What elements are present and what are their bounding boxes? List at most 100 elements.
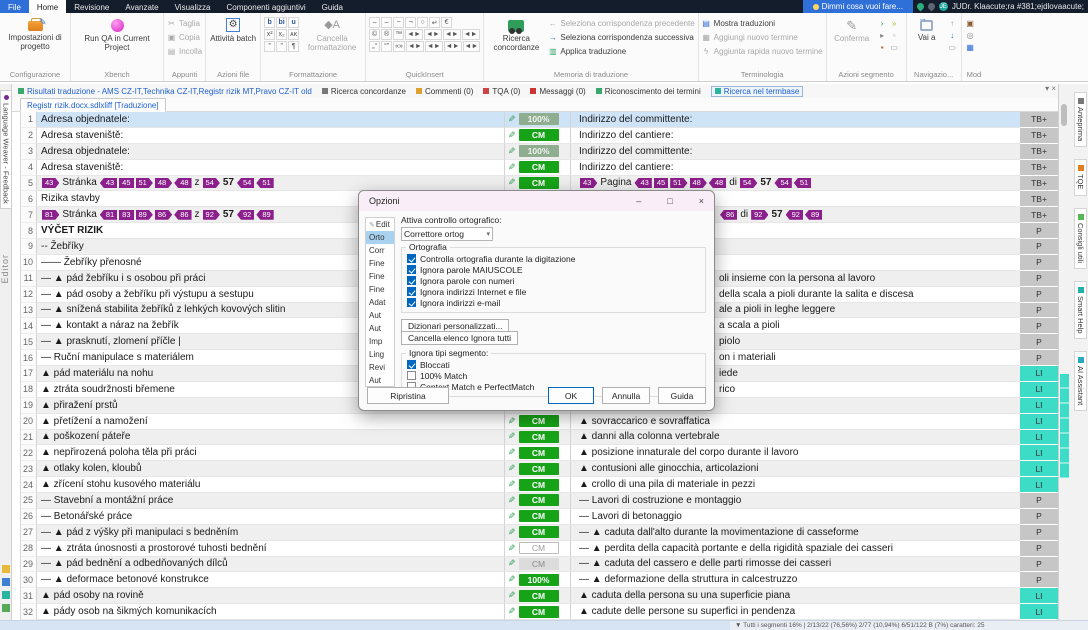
glyph-button[interactable]: ◄► [463, 41, 481, 52]
glyph-button[interactable]: ‒ [381, 17, 392, 28]
checkbox-row[interactable]: Controlla ortografia durante la digitazi… [407, 253, 700, 264]
ribbon-tab-home[interactable]: Home [29, 0, 66, 13]
spell-checker-dropdown[interactable]: Correttore ortog ▾ [401, 227, 493, 241]
glyph-button[interactable]: € [441, 17, 452, 28]
segment-row[interactable]: 23▲ otlaky kolen, kloubů✎CM▲ contusioni … [21, 461, 1058, 477]
segment-row[interactable]: 1Adresa objednatele:✎100%Indirizzo del c… [21, 112, 1058, 128]
glyph-button[interactable]: b [264, 17, 275, 28]
ribbon-tab-guida[interactable]: Guida [314, 0, 351, 13]
pane-controls[interactable]: ▾ × [1045, 84, 1056, 93]
copy-button[interactable]: ▣Copia [167, 31, 202, 44]
dock-icon[interactable] [2, 578, 10, 586]
glyph-button[interactable]: «» [393, 41, 405, 52]
dialog-nav-item[interactable]: Imp [366, 335, 394, 348]
concordance-search-button[interactable]: Ricerca concordanze [487, 15, 545, 67]
target-cell[interactable]: — ▲ caduta dall'alto durante la moviment… [571, 525, 1020, 541]
glyph-button[interactable]: ○ [417, 17, 428, 28]
pin-icon[interactable] [915, 2, 925, 12]
run-qa-button[interactable]: Run QA in Current Project [74, 15, 160, 67]
cut-button[interactable]: ✂Taglia [167, 17, 202, 30]
minimize-icon[interactable]: – [636, 196, 641, 206]
glyph-button[interactable]: bi [276, 17, 287, 28]
checkbox-row[interactable]: 100% Match [407, 370, 700, 381]
scrollbar-thumb[interactable] [1061, 104, 1067, 126]
show-translations[interactable]: ▤Mostra traduzioni [702, 17, 823, 30]
target-cell[interactable]: Indirizzo del cantiere: [571, 160, 1020, 176]
source-cell[interactable]: Adresa objednatele: [37, 112, 505, 128]
segment-row[interactable]: 28— ▲ ztráta únosnosti a prostorové tuho… [21, 541, 1058, 557]
mini-action-icon[interactable]: ◎ [965, 30, 976, 41]
source-cell[interactable]: ▲ poškození páteře [37, 430, 505, 446]
paste-button[interactable]: ▤Incolla [167, 45, 202, 58]
source-cell[interactable]: Adresa staveniště: [37, 128, 505, 144]
source-cell[interactable]: ▲ pád osoby na rovině [37, 588, 505, 604]
segment-row[interactable]: 21▲ poškození páteře✎CM▲ danni alla colo… [21, 430, 1058, 446]
glyph-button[interactable]: ◄► [425, 41, 443, 52]
glyph-button[interactable]: ◄► [406, 41, 424, 52]
glyph-button[interactable]: ” [276, 41, 287, 52]
target-cell[interactable]: ▲ caduta della persona su una superficie… [571, 588, 1020, 604]
ribbon-tab-avanzate[interactable]: Avanzate [117, 0, 166, 13]
target-cell[interactable]: ▲ posizione innaturale del corpo durante… [571, 445, 1020, 461]
target-cell[interactable]: ▲ cadute delle persone su superfici in p… [571, 604, 1020, 620]
target-cell[interactable]: ▲ contusioni alle ginocchia, articolazio… [571, 461, 1020, 477]
checkbox-row[interactable]: Ignora indirizzi Internet e file [407, 286, 700, 297]
glyph-button[interactable]: ↵ [429, 17, 440, 28]
source-cell[interactable]: — Stavební a montážní práce [37, 493, 505, 509]
target-cell[interactable]: — Lavori di betonaggio [571, 509, 1020, 525]
mini-action-icon[interactable]: ▫ [889, 30, 900, 41]
ribbon-tab-revisione[interactable]: Revisione [66, 0, 117, 13]
reset-button[interactable]: Ripristina [367, 387, 449, 404]
glyph-button[interactable]: x₂ [276, 29, 287, 40]
segment-row[interactable]: 22▲ nepřirozená poloha těla při práci✎CM… [21, 445, 1058, 461]
dialog-nav-item[interactable]: Orto [366, 231, 394, 244]
pane-tab[interactable]: Messaggi (0) [530, 87, 585, 96]
source-cell[interactable]: — ▲ deformace betonové konstrukce [37, 572, 505, 588]
glyph-button[interactable]: − [393, 17, 404, 28]
mini-action-icon[interactable]: ▣ [965, 18, 976, 29]
segment-row[interactable]: 543Stránka4345514848z54575451✎CM43Pagina… [21, 176, 1058, 192]
glyph-button[interactable]: u [288, 17, 299, 28]
target-cell[interactable]: — ▲ caduta del cassero e delle parti rim… [571, 557, 1020, 573]
glyph-button[interactable]: “” [381, 41, 392, 52]
glyph-button[interactable]: ◄► [405, 29, 423, 40]
segment-row[interactable]: 2Adresa staveniště:✎CMIndirizzo del cant… [21, 128, 1058, 144]
source-cell[interactable]: ▲ zřícení stohu kusového materiálu [37, 477, 505, 493]
pane-tab[interactable]: Ricerca concordanze [322, 87, 406, 96]
document-tab[interactable]: Registr rizik.docx.sdlxliff [Traduzione] [20, 98, 166, 112]
dialog-nav-item[interactable]: Fine [366, 270, 394, 283]
avatar[interactable]: JE [939, 2, 948, 11]
apply-translation[interactable]: ▥Applica traduzione [548, 45, 694, 58]
maximize-icon[interactable]: □ [667, 196, 672, 206]
pane-tab[interactable]: Commenti (0) [416, 87, 473, 96]
dialog-nav-item[interactable]: Fine [366, 257, 394, 270]
mini-action-icon[interactable]: ▸ [877, 30, 888, 41]
target-cell[interactable]: Indirizzo del cantiere: [571, 128, 1020, 144]
mini-action-icon[interactable]: ▭ [947, 42, 958, 53]
dock-icon[interactable] [2, 604, 10, 612]
glyph-button[interactable]: „“ [369, 41, 380, 52]
glyph-button[interactable]: ¶ [288, 41, 299, 52]
dialog-nav-item[interactable]: Aut [366, 374, 394, 387]
target-cell[interactable]: — ▲ deformazione della struttura in calc… [571, 572, 1020, 588]
checkbox[interactable] [407, 371, 416, 380]
segment-row[interactable]: 20▲ přetížení a namožení✎CM▲ sovraccaric… [21, 414, 1058, 430]
target-cell[interactable]: ▲ danni alla colonna vertebrale [571, 430, 1020, 446]
dialog-nav-item[interactable]: Corr [366, 244, 394, 257]
glyph-button[interactable]: ◄► [443, 29, 461, 40]
ribbon-tab-visualizza[interactable]: Visualizza [167, 0, 219, 13]
pane-tab[interactable]: Risultati traduzione - AMS CZ-IT,Technik… [18, 87, 312, 96]
mini-action-icon[interactable]: » [889, 18, 900, 29]
segment-row[interactable]: 29— ▲ pád bednění a odbedňovaných dílců✎… [21, 557, 1058, 573]
help-button[interactable]: Guida [658, 387, 706, 404]
source-cell[interactable]: — Betonářské práce [37, 509, 505, 525]
mini-action-icon[interactable]: ↓ [947, 30, 958, 41]
source-cell[interactable]: Adresa staveniště: [37, 160, 505, 176]
right-tab-tqe[interactable]: TQE [1074, 159, 1087, 195]
dialog-nav-list[interactable]: ✎EditOrtoCorrFineFineFineAdatAutAutImpLi… [365, 217, 395, 387]
pane-tab[interactable]: Ricerca nel termbase [711, 86, 804, 97]
add-new-term[interactable]: ▦Aggiungi nuovo termine [702, 31, 823, 44]
right-tab-smart-help[interactable]: Smart Help [1074, 281, 1087, 340]
target-cell[interactable]: ▲ crollo di una pila di materiale in pez… [571, 477, 1020, 493]
segment-row[interactable]: 3Adresa objednatele:✎100%Indirizzo del c… [21, 144, 1058, 160]
